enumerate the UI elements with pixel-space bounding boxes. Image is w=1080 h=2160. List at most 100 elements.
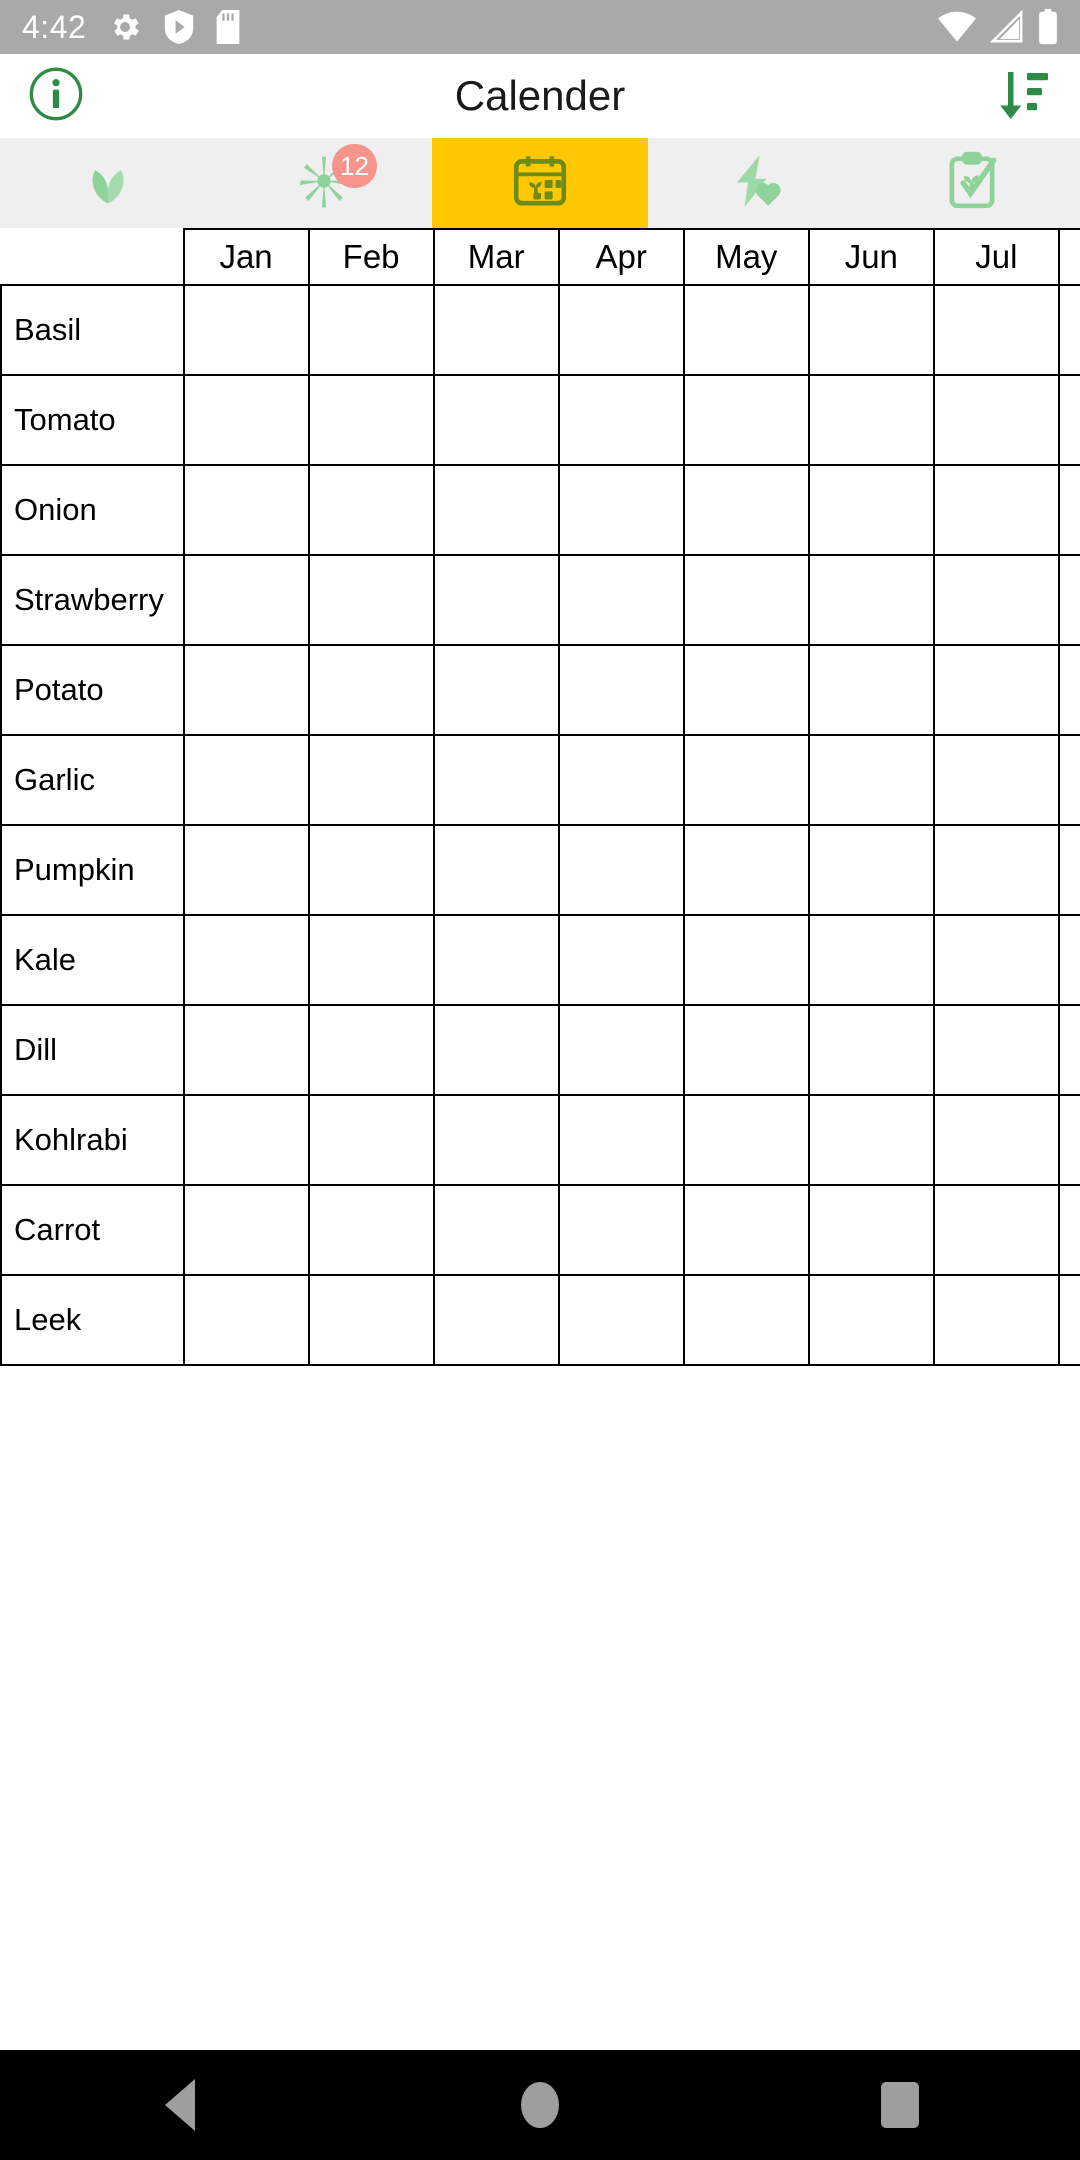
harvest-band-cell: Harvest [682,600,810,646]
tab-plants[interactable]: 12 [216,138,432,228]
harvest-band-cell: Harvest [807,780,935,826]
empty-cell [182,510,310,556]
table-row[interactable]: Kohlrabi Sowing Sowing Sowing Sowing [0,1094,1080,1186]
empty-cell [932,510,1060,556]
recents-button[interactable] [720,2082,1080,2128]
empty-cell [1057,1050,1080,1096]
plant-name-cell[interactable]: Carrot [0,1184,185,1276]
harvest-band-cell: Harvest [1057,510,1080,556]
empty-cell [682,554,810,600]
harvest-band-cell: Harvest [1057,870,1080,916]
tab-care[interactable] [648,138,864,228]
sowing-band-cell: Sowing [682,284,810,330]
corner-cell [1,229,184,285]
sowing-band-cell: Sowing [807,914,935,960]
harvest-band-cell: Harvest [932,1230,1060,1276]
sort-button[interactable] [992,64,1056,128]
plant-name-cell[interactable]: Leek [0,1274,185,1366]
empty-cell [557,420,685,466]
empty-cell [557,1140,685,1186]
table-row[interactable]: Leek Sowing Sowing [0,1274,1080,1366]
plant-name-cell[interactable]: Onion [0,464,185,556]
empty-cell [182,1320,310,1366]
tab-badge-count: 12 [332,144,377,188]
empty-cell [557,870,685,916]
tab-calendar[interactable] [432,138,648,228]
empty-cell [807,1320,935,1366]
empty-cell [557,330,685,376]
harvest-band-cell: Harvest [1057,690,1080,736]
empty-cell [557,284,685,330]
empty-cell [682,960,810,1006]
plant-name-cell[interactable]: Garlic [0,734,185,826]
empty-cell [682,1050,810,1096]
table-row[interactable]: Kale Sowing Sowing Sowing [0,914,1080,1006]
month-header-jul: Jul [932,228,1060,286]
sowing-band-cell: Sowing [557,824,685,870]
table-row[interactable]: Strawberry Sowing Sowing Sowing [0,554,1080,646]
empty-cell [307,1050,435,1096]
plant-name-cell[interactable]: Pumpkin [0,824,185,916]
home-button[interactable] [360,2082,720,2128]
empty-cell [807,510,935,556]
plant-calendar-icon [509,150,571,217]
calendar-table-container[interactable]: JanFebMarAprMayJunJulAug BasilSowingSowi… [0,228,1080,1366]
planting-calendar-table: JanFebMarAprMayJunJulAug BasilSowingSowi… [0,228,1080,1366]
table-row[interactable]: Tomato Sowing Sowing [0,374,1080,466]
empty-cell [182,690,310,736]
empty-cell [182,464,310,510]
month-header-apr: Apr [557,228,685,286]
cell-signal-icon [990,10,1024,44]
empty-cell [432,824,560,870]
empty-cell [932,1050,1060,1096]
table-row[interactable]: Potato Sowing Sowing [0,644,1080,736]
status-bar: 4:42 [0,0,1080,54]
sowing-band-cell: Sowing [557,464,685,510]
plant-name-cell[interactable]: Basil [0,284,185,376]
info-button[interactable] [24,64,88,128]
back-button[interactable] [0,2079,360,2131]
sort-descending-icon [994,64,1054,129]
empty-cell [432,1320,560,1366]
empty-cell [1057,1184,1080,1230]
play-protect-icon [164,10,194,44]
empty-cell [1057,644,1080,690]
sowing-band-cell: Sowing [432,464,560,510]
empty-cell [432,780,560,826]
empty-cell [807,960,935,1006]
tab-tasks[interactable] [864,138,1080,228]
empty-cell [307,464,435,510]
plant-name-cell[interactable]: Kale [0,914,185,1006]
table-row[interactable]: Dill Sowing Sowing Sowing [0,1004,1080,1096]
table-row[interactable]: Basil Sowing Sowing Sowing [0,284,1080,376]
sowing-band-cell: Sowing [557,734,685,780]
sowing-band-cell: Sowing [682,644,810,690]
empty-cell [182,1094,310,1140]
empty-cell [182,330,310,376]
table-row[interactable]: Onion Sowing Sowing [0,464,1080,556]
empty-cell [557,554,685,600]
empty-cell [807,330,935,376]
plant-name-cell[interactable]: Dill [0,1004,185,1096]
table-row[interactable]: Garlic Sowing Sowing Sowing [0,734,1080,826]
table-row[interactable]: Pumpkin Sowing Sowing [0,824,1080,916]
empty-cell [1057,780,1080,826]
tab-sprout[interactable] [0,138,216,228]
plant-name-cell[interactable]: Tomato [0,374,185,466]
empty-cell [682,780,810,826]
harvest-band-cell: Harvest [1057,1140,1080,1186]
plant-name-cell[interactable]: Strawberry [0,554,185,646]
table-row[interactable]: Carrot Sowing Sowing Sowing Sowing [0,1184,1080,1276]
month-header-mar: Mar [432,228,560,286]
empty-cell [182,870,310,916]
empty-cell [432,914,560,960]
plant-name-cell[interactable]: Potato [0,644,185,736]
empty-cell [932,1274,1060,1320]
harvest-band-cell: Harvest [307,960,435,1006]
sowing-band-cell: Sowing [682,1004,810,1050]
harvest-band-cell: Harvest [1057,420,1080,466]
empty-cell [307,330,435,376]
plant-name-cell[interactable]: Kohlrabi [0,1094,185,1186]
empty-cell [307,690,435,736]
empty-cell [182,1004,310,1050]
